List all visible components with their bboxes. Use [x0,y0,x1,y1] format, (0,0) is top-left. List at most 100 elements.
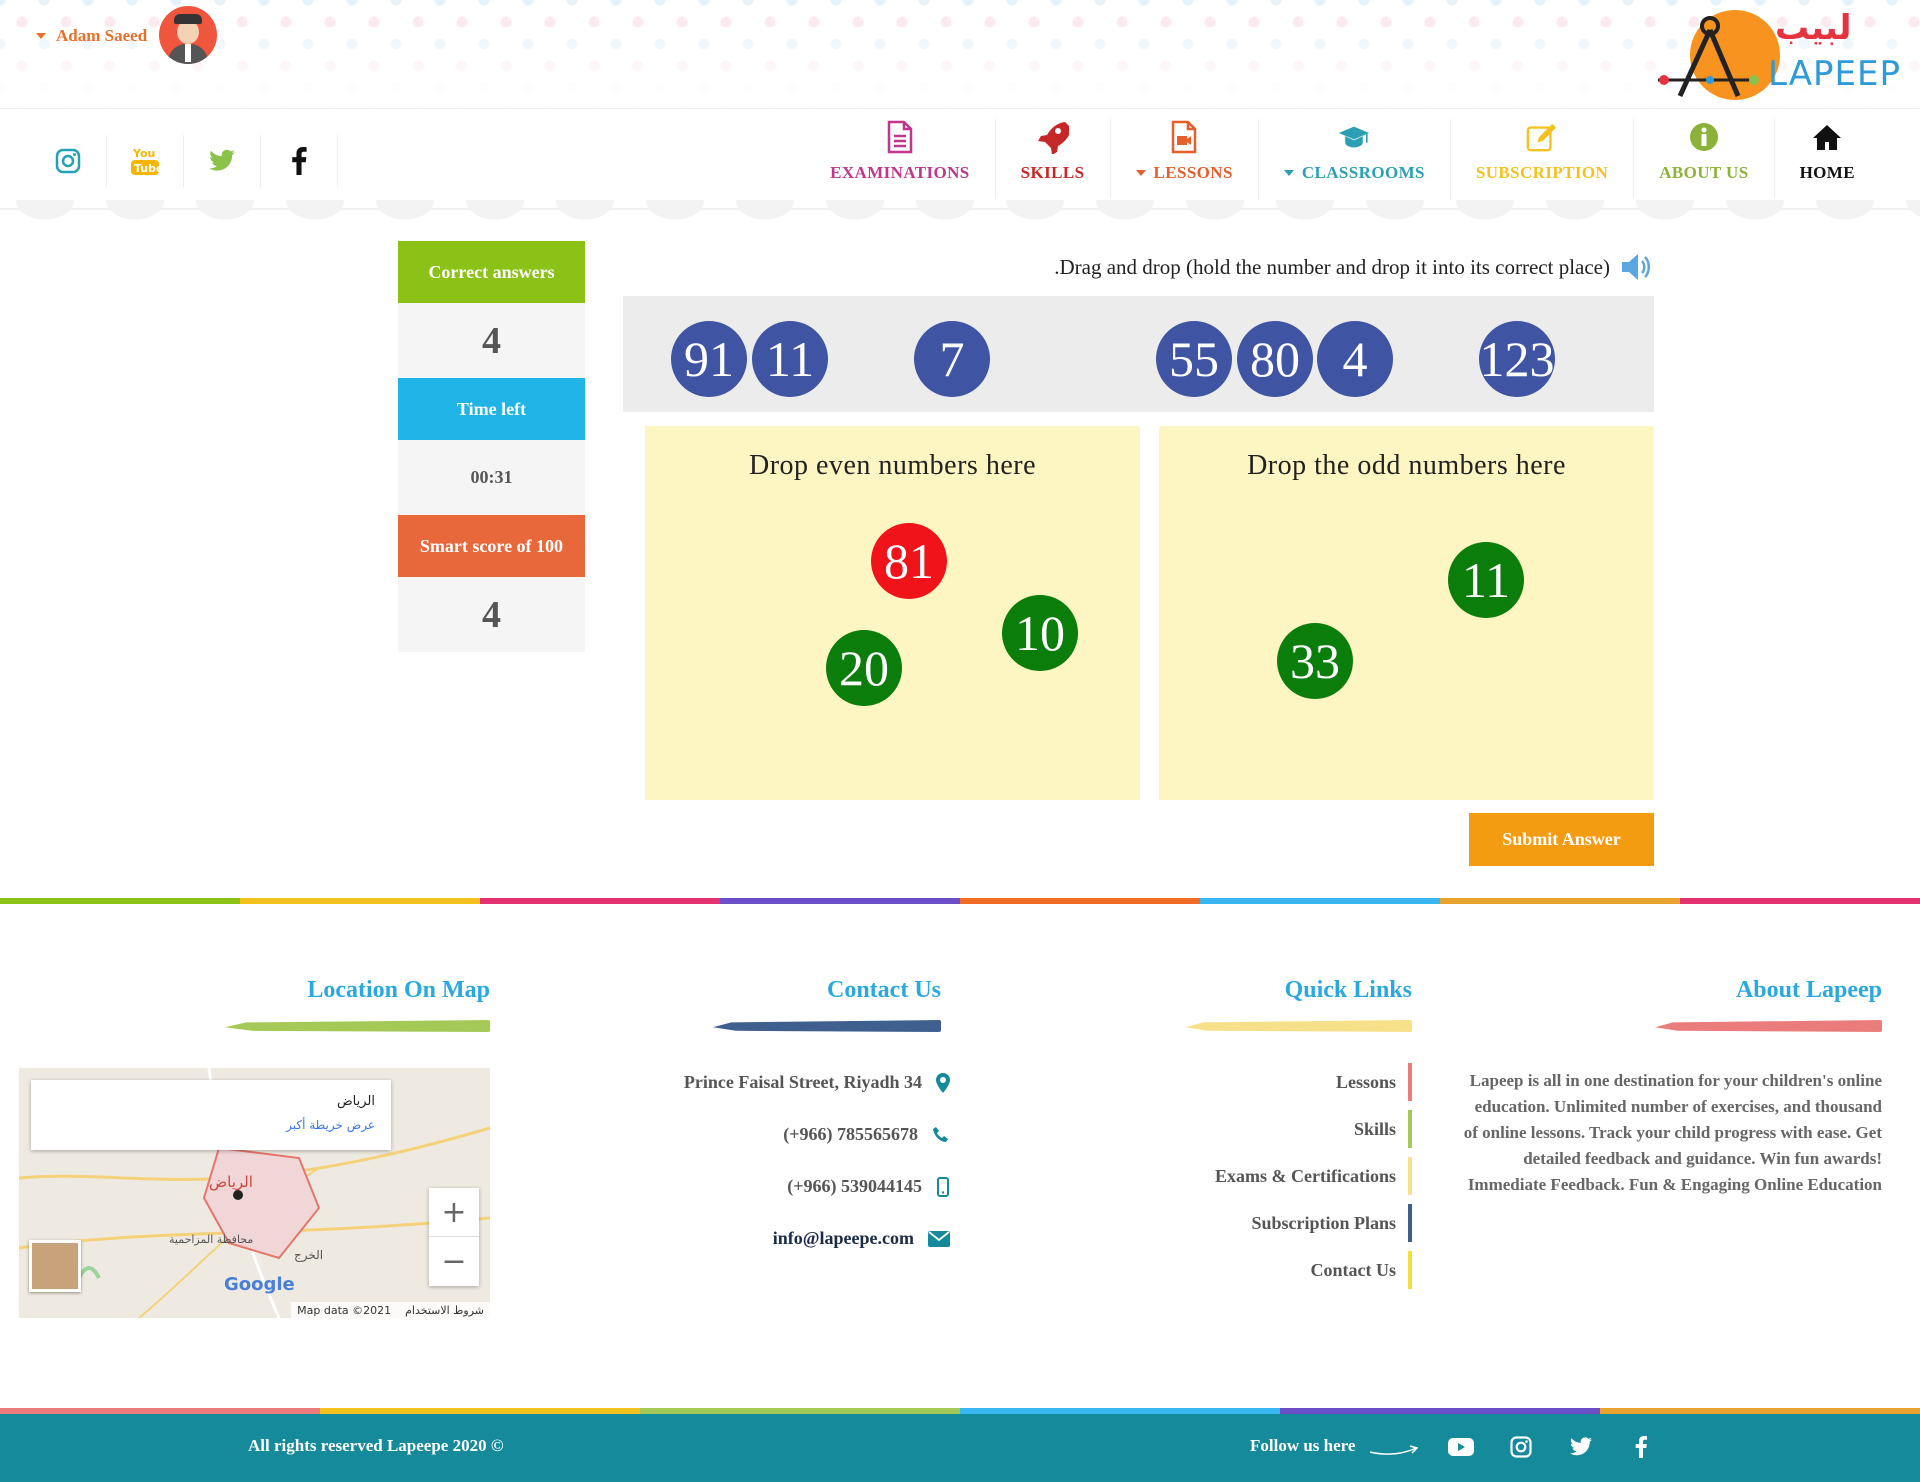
instruction: .Drag and drop (hold the number and drop… [990,252,1654,282]
smart-score-label: Smart score of 100 [398,515,585,577]
quick-link-exams[interactable]: Exams & Certifications [1120,1157,1412,1195]
arrow-icon [1369,1445,1419,1455]
logo-latin-text: LAPEEP [1768,54,1901,94]
contact-address: Prince Faisal Street, Riyadh 34 [600,1072,950,1093]
facebook-icon [1635,1436,1647,1458]
correct-answers-value: 4 [398,303,585,378]
submit-answer-button[interactable]: Submit Answer [1469,813,1654,866]
contact-phone[interactable]: (+966) 785565678 [600,1124,950,1145]
facebook-icon [292,147,307,175]
about-title: About Lapeep [1735,977,1882,1003]
map-place-name: الرياض [336,1094,375,1109]
zoom-out-button[interactable]: − [429,1237,479,1286]
placed-number-correct[interactable]: 11 [1448,542,1524,618]
title-underline [1655,1020,1882,1032]
nav-label: SUBSCRIPTION [1475,163,1609,182]
header-social-links: You Tube [30,135,338,187]
instagram-icon [55,148,81,174]
nav-about-us[interactable]: ABOUT US [1634,119,1775,199]
svg-text:You: You [132,147,155,160]
draggable-number[interactable]: 11 [752,321,828,397]
nav-classrooms[interactable]: CLASSROOMS [1259,119,1451,199]
twitter-icon [1570,1437,1592,1456]
map-area-label: الخرج [294,1248,324,1262]
odd-zone-title: Drop the odd numbers here [1247,450,1566,481]
copyright-text: All rights reserved Lapeepe 2020 © [248,1436,504,1455]
satellite-toggle[interactable] [29,1240,81,1292]
cloud-divider [0,200,1920,230]
phone-icon [933,1126,948,1142]
nav-label: EXAMINATIONS [830,163,970,182]
draggable-number[interactable]: 80 [1237,321,1313,397]
twitter-link[interactable] [184,135,261,187]
twitter-link[interactable] [1566,1432,1596,1462]
correct-answers-label: Correct answers [398,241,585,303]
follow-us-text: Follow us here [1250,1436,1356,1455]
quick-link-contact[interactable]: Contact Us [1120,1251,1412,1289]
odd-drop-zone[interactable]: Drop the odd numbers here 11 33 [1159,426,1654,800]
view-larger-map-link[interactable]: عرض خريطة أكبر [286,1118,375,1132]
placed-number-correct[interactable]: 10 [1002,595,1078,671]
instruction-text: .Drag and drop (hold the number and drop… [1054,254,1610,279]
contact-email[interactable]: info@lapeepe.com [600,1228,950,1249]
number-tray: 91 11 7 55 80 4 123 [623,296,1654,412]
location-map[interactable]: الرياض عرض خريطة أكبر الرياض محافظة المز… [19,1068,490,1318]
nav-skills[interactable]: SKILLS [996,119,1111,199]
main-navbar: You Tube EXAMINATIONS SKILLS LESSONS CLA… [0,108,1920,210]
placed-number-correct[interactable]: 33 [1277,623,1353,699]
even-drop-zone[interactable]: Drop even numbers here 81 10 20 [645,426,1140,800]
time-left-value: 00:31 [398,440,585,515]
nav-home[interactable]: HOME [1775,119,1880,199]
nav-label: SKILLS [1020,163,1085,182]
map-area-label: محافظة المزاحمية [169,1233,254,1246]
mobile-icon [937,1176,949,1197]
instagram-icon [1510,1436,1532,1458]
speaker-icon[interactable] [1620,252,1654,282]
contact-title: Contact Us [827,977,941,1003]
draggable-number[interactable]: 91 [671,321,747,397]
draggable-number[interactable]: 4 [1317,321,1393,397]
map-zoom-control: + − [429,1188,479,1286]
zoom-in-button[interactable]: + [429,1188,479,1237]
nav-examinations[interactable]: EXAMINATIONS [805,119,996,199]
edit-icon [1526,119,1558,155]
quick-link-skills[interactable]: Skills [1120,1110,1412,1148]
map-terms-link[interactable]: شروط الاستخدام [405,1304,484,1317]
envelope-icon [928,1230,950,1247]
draggable-number[interactable]: 123 [1479,321,1555,397]
avatar[interactable] [159,6,217,64]
user-menu[interactable]: Adam Saeed [36,26,147,46]
caret-down-icon [1135,170,1146,176]
contact-text: info@lapeepe.com [772,1228,914,1248]
caret-down-icon [1283,170,1294,176]
lapeep-logo[interactable]: لبيب LAPEEP [1650,6,1900,102]
contact-mobile[interactable]: (+966) 539044145 [600,1176,950,1197]
logo-arabic-text: لبيب [1775,8,1852,48]
draggable-number[interactable]: 55 [1156,321,1232,397]
youtube-link[interactable] [1446,1432,1476,1462]
location-pin-icon [936,1072,950,1093]
svg-text:Tube: Tube [134,162,160,175]
score-panel: Correct answers 4 Time left 00:31 Smart … [398,241,585,652]
nav-label: CLASSROOMS [1301,163,1425,182]
placed-number-correct[interactable]: 20 [826,630,902,706]
draggable-number[interactable]: 7 [914,321,990,397]
quick-link-subscription[interactable]: Subscription Plans [1120,1204,1412,1242]
nav-label: ABOUT US [1659,163,1749,182]
facebook-link[interactable] [261,135,338,187]
placed-number-wrong[interactable]: 81 [871,523,947,599]
location-title: Location On Map [307,977,490,1003]
instagram-link[interactable] [30,135,107,187]
quick-link-lessons[interactable]: Lessons [1120,1063,1412,1101]
title-underline [225,1020,490,1032]
user-name[interactable]: Adam Saeed [56,26,147,46]
twitter-icon [209,149,235,171]
smart-score-value: 4 [398,577,585,652]
bottom-bar: All rights reserved Lapeepe 2020 © Follo… [0,1414,1920,1482]
instagram-link[interactable] [1506,1432,1536,1462]
facebook-link[interactable] [1626,1432,1656,1462]
youtube-link[interactable]: You Tube [107,135,184,187]
nav-subscription[interactable]: SUBSCRIPTION [1451,119,1635,199]
nav-lessons[interactable]: LESSONS [1111,119,1259,199]
map-data-text: Map data ©2021 [297,1303,392,1317]
